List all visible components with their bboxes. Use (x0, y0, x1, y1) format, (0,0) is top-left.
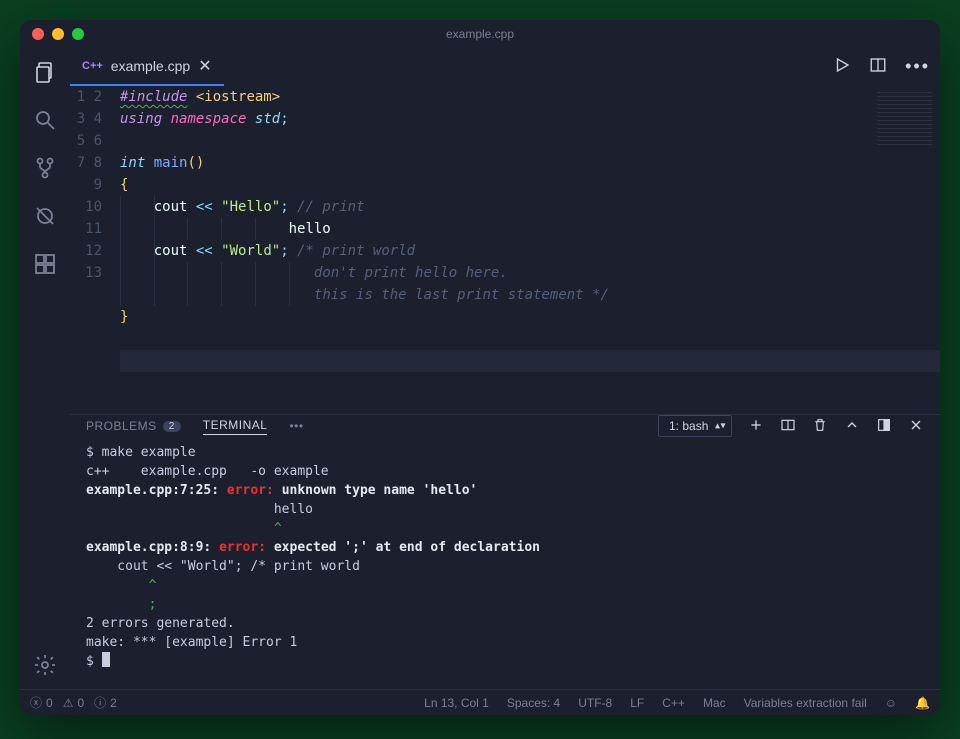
trash-icon[interactable] (812, 417, 828, 436)
status-info[interactable]: ⓘ2 (94, 694, 117, 711)
info-icon: ⓘ (94, 694, 106, 711)
status-language[interactable]: C++ (662, 696, 685, 710)
problems-count: 2 (163, 421, 181, 432)
window-body: C++ example.cpp ✕ ••• 1 2 3 4 5 6 7 8 9 … (20, 48, 940, 689)
ellipsis-icon: ••• (289, 419, 303, 433)
editor-actions: ••• (833, 56, 930, 79)
window-title: example.cpp (446, 27, 514, 41)
statusbar: ⓧ0 ⚠0 ⓘ2 Ln 13, Col 1 Spaces: 4 UTF-8 LF… (20, 689, 940, 715)
titlebar: example.cpp (20, 20, 940, 48)
zoom-window-button[interactable] (72, 28, 84, 40)
editor-area: C++ example.cpp ✕ ••• 1 2 3 4 5 6 7 8 9 … (70, 48, 940, 689)
warning-icon: ⚠ (63, 696, 74, 710)
activity-bar (20, 48, 70, 689)
status-errors[interactable]: ⓧ0 (30, 694, 53, 711)
problems-label: PROBLEMS (86, 419, 157, 433)
minimize-window-button[interactable] (52, 28, 64, 40)
terminal-output[interactable]: $ make example c++ example.cpp -o exampl… (70, 437, 940, 689)
tab-language-badge: C++ (82, 60, 103, 72)
split-editor-icon[interactable] (869, 56, 887, 79)
terminal-selector-wrap: 1: bash ▴▾ (658, 415, 732, 437)
close-window-button[interactable] (32, 28, 44, 40)
code-content[interactable]: #include <iostream> using namespace std;… (120, 86, 940, 414)
source-control-icon[interactable] (31, 154, 59, 182)
terminal-label: TERMINAL (203, 418, 268, 432)
status-right: Ln 13, Col 1 Spaces: 4 UTF-8 LF C++ Mac … (424, 696, 930, 710)
tab-terminal[interactable]: TERMINAL (203, 418, 268, 435)
line-gutter: 1 2 3 4 5 6 7 8 9 10 11 12 13 (70, 86, 120, 414)
panel-actions: 1: bash ▴▾ (658, 415, 924, 437)
search-icon[interactable] (31, 106, 59, 134)
gear-icon[interactable] (31, 651, 59, 679)
bell-icon[interactable]: 🔔 (915, 696, 930, 710)
status-encoding[interactable]: UTF-8 (578, 696, 612, 710)
vscode-window: example.cpp (20, 20, 940, 715)
maximize-panel-icon[interactable] (876, 417, 892, 436)
code-editor[interactable]: 1 2 3 4 5 6 7 8 9 10 11 12 13 #include <… (70, 86, 940, 414)
plus-icon[interactable] (748, 417, 764, 436)
extensions-icon[interactable] (31, 250, 59, 278)
status-ext-message[interactable]: Variables extraction fail (744, 696, 867, 710)
split-terminal-icon[interactable] (780, 417, 796, 436)
terminal-selector[interactable]: 1: bash (658, 415, 732, 437)
close-icon[interactable]: ✕ (198, 56, 211, 76)
editor-tabbar: C++ example.cpp ✕ ••• (70, 48, 940, 86)
bottom-panel: PROBLEMS 2 TERMINAL ••• 1: bash (70, 414, 940, 689)
status-left: ⓧ0 ⚠0 ⓘ2 (30, 694, 117, 711)
tab-problems[interactable]: PROBLEMS 2 (86, 419, 181, 433)
close-panel-icon[interactable] (908, 417, 924, 436)
status-cursor[interactable]: Ln 13, Col 1 (424, 696, 489, 710)
play-icon[interactable] (833, 56, 851, 79)
terminal-cursor (102, 652, 110, 667)
ellipsis-icon[interactable]: ••• (905, 56, 930, 79)
chevron-up-icon[interactable] (844, 417, 860, 436)
error-icon: ⓧ (30, 694, 42, 711)
tab-title: example.cpp (111, 58, 190, 74)
panel-overflow[interactable]: ••• (289, 419, 303, 433)
minimap[interactable] (877, 92, 932, 147)
tab-example-cpp[interactable]: C++ example.cpp ✕ (70, 48, 224, 86)
debug-icon[interactable] (31, 202, 59, 230)
status-platform[interactable]: Mac (703, 696, 726, 710)
status-warnings[interactable]: ⚠0 (63, 696, 84, 710)
panel-tabbar: PROBLEMS 2 TERMINAL ••• 1: bash (70, 415, 940, 437)
status-indent[interactable]: Spaces: 4 (507, 696, 560, 710)
smile-icon[interactable]: ☺ (885, 696, 897, 710)
traffic-lights (32, 28, 84, 40)
status-eol[interactable]: LF (630, 696, 644, 710)
explorer-icon[interactable] (31, 58, 59, 86)
